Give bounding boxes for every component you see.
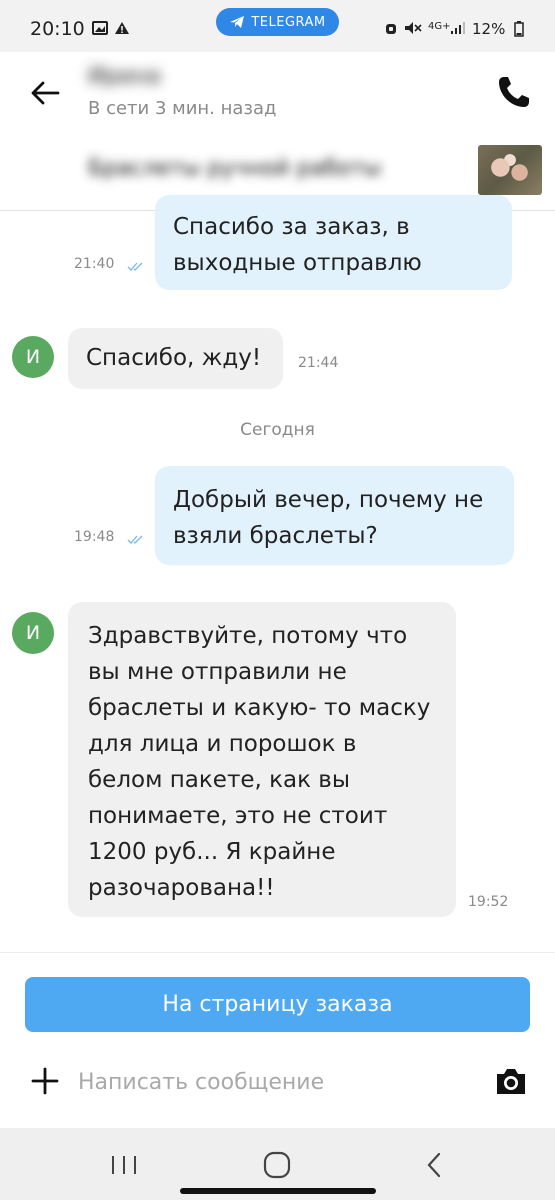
status-time: 20:10 <box>30 18 85 40</box>
recents-icon[interactable] <box>110 1154 138 1176</box>
message-time: 19:52 <box>468 894 509 910</box>
message-line: выходные отправлю <box>173 250 422 276</box>
order-title: Браслеты ручной работы <box>88 156 382 181</box>
contact-status: В сети 3 мин. назад <box>88 98 277 119</box>
message-line: Спасибо, жду! <box>86 345 262 371</box>
message-line: взяли браслеты? <box>173 523 378 549</box>
message-line: 1200 руб... Я крайне <box>88 839 336 865</box>
message-line: для лица и порошок в <box>88 731 357 757</box>
battery-percent: 12% <box>472 20 506 38</box>
message-input[interactable] <box>78 1064 478 1100</box>
network-type: 4G+ <box>428 21 451 32</box>
phone-icon[interactable] <box>496 74 532 110</box>
contact-avatar[interactable]: И <box>12 612 54 654</box>
warning-icon <box>115 22 129 34</box>
message-time: 21:44 <box>298 355 339 371</box>
attach-plus-icon[interactable] <box>30 1066 60 1096</box>
message-bubble-outgoing[interactable]: Спасибо за заказ, в выходные отправлю <box>155 195 512 290</box>
message-line: Добрый вечер, почему не <box>173 487 484 513</box>
go-to-order-button[interactable]: На страницу заказа <box>25 977 530 1032</box>
message-line: вы мне отправили не <box>88 659 347 685</box>
message-bubble-outgoing[interactable]: Добрый вечер, почему не взяли браслеты? <box>155 466 514 565</box>
signal-icon <box>451 22 465 34</box>
home-indicator <box>180 1188 376 1194</box>
contact-avatar[interactable]: И <box>12 336 54 378</box>
message-line: Спасибо за заказ, в <box>173 214 410 240</box>
status-bar: 20:10 TELEGRAM 4G+ 12% <box>0 0 555 52</box>
order-thumbnail <box>478 145 542 195</box>
telegram-label: TELEGRAM <box>251 14 326 30</box>
read-checkmarks-icon <box>127 535 143 544</box>
day-separator: Сегодня <box>240 420 315 440</box>
message-line: белом пакете, как вы <box>88 767 351 793</box>
back-arrow-icon[interactable] <box>28 76 62 110</box>
telegram-notification-pill[interactable]: TELEGRAM <box>216 8 339 36</box>
message-line: понимаете, это не стоит <box>88 803 388 829</box>
nav-back-icon[interactable] <box>424 1152 444 1178</box>
message-time: 19:48 <box>74 529 115 545</box>
message-line: браслеты и какую- то маску <box>88 695 431 721</box>
camera-icon[interactable] <box>494 1064 528 1098</box>
message-bubble-incoming[interactable]: Спасибо, жду! <box>68 328 283 389</box>
read-checkmarks-icon <box>127 262 143 271</box>
message-line: Здравствуйте, потому что <box>88 623 408 649</box>
gallery-icon <box>92 21 108 35</box>
alarm-icon <box>386 24 396 34</box>
system-nav-bar <box>0 1128 555 1200</box>
battery-icon <box>514 21 524 37</box>
message-line: разочарована!! <box>88 875 275 901</box>
chat-header: Ирина В сети 3 мин. назад <box>0 52 555 131</box>
message-bubble-incoming[interactable]: Здравствуйте, потому что вы мне отправил… <box>68 602 508 917</box>
message-time: 21:40 <box>74 256 115 272</box>
telegram-plane-icon <box>230 16 245 28</box>
home-icon[interactable] <box>262 1150 292 1180</box>
contact-name[interactable]: Ирина <box>88 64 161 89</box>
mute-icon <box>405 22 422 34</box>
